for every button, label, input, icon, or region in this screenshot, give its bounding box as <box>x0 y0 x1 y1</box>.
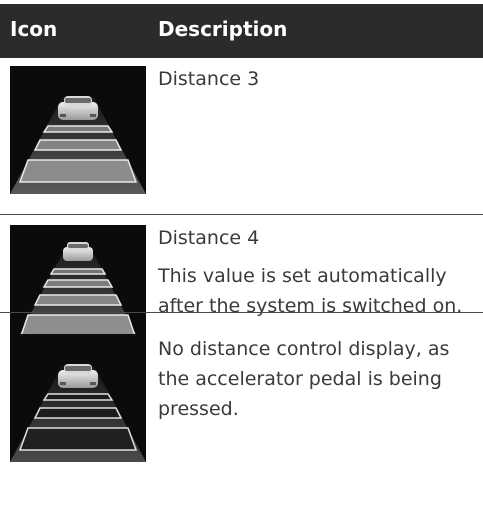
car-icon <box>63 242 93 261</box>
column-header-icon: Icon <box>10 17 58 41</box>
distance-3-car-icon <box>10 66 146 194</box>
no-distance-control-icon <box>10 334 146 462</box>
row-description: Distance 4 This value is set automatical… <box>158 223 475 321</box>
column-header-description: Description <box>158 17 288 41</box>
description-line: No distance control display, as the acce… <box>158 338 450 420</box>
description-line: Distance 4 <box>158 227 260 249</box>
table-row: Distance 4 This value is set automatical… <box>0 215 483 353</box>
table-row: No distance control display, as the acce… <box>0 314 483 530</box>
row-description: Distance 3 <box>158 64 475 94</box>
row-divider <box>0 312 483 313</box>
table-row: Distance 3 <box>0 58 483 214</box>
row-description: No distance control display, as the acce… <box>158 334 475 424</box>
description-line: Distance 3 <box>158 68 260 90</box>
table-header: Icon Description <box>0 4 483 58</box>
